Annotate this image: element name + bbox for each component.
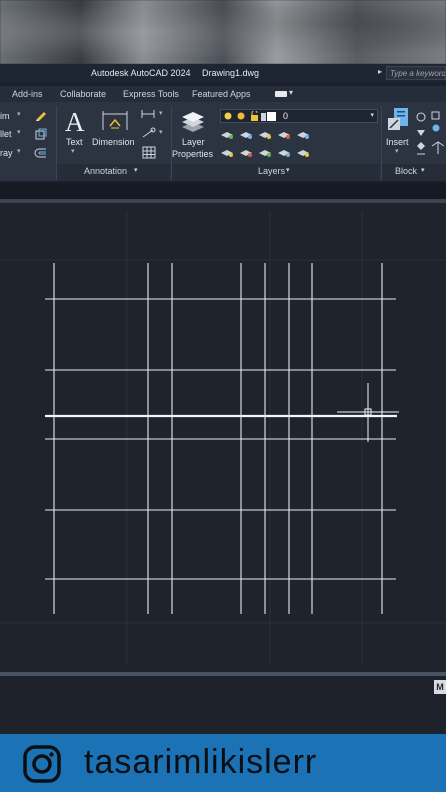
dropdown-icon[interactable]: ▾ (17, 128, 21, 136)
block-tools-icons[interactable] (414, 110, 428, 158)
linear-dim-icon[interactable] (141, 108, 157, 120)
background-grid (0, 211, 446, 663)
dropdown-icon[interactable]: ▾ (395, 147, 399, 155)
app-title: Autodesk AutoCAD 2024 (91, 68, 191, 78)
dimension-icon[interactable] (101, 108, 129, 134)
chevron-down-icon[interactable]: ▾ (289, 88, 293, 97)
chevron-down-icon[interactable]: ▾ (286, 166, 290, 174)
layer-label-line-1[interactable]: Layer (182, 137, 205, 147)
document-title: Drawing1.dwg (202, 68, 260, 78)
tab-featured-apps[interactable]: Featured Apps (192, 89, 251, 99)
svg-text:A: A (65, 107, 85, 133)
offset-icon[interactable] (34, 146, 48, 160)
dropdown-icon[interactable]: ▾ (17, 147, 21, 155)
modify-fillet-label[interactable]: llet (0, 129, 12, 139)
dropdown-icon[interactable]: ▾ (159, 109, 163, 117)
tab-express-tools[interactable]: Express Tools (123, 89, 179, 99)
crosshair-cursor (337, 383, 399, 442)
layer-dropdown[interactable]: 0 ▾ (220, 109, 378, 123)
block-tools-icons-2[interactable] (430, 110, 446, 158)
text-icon[interactable]: A (63, 107, 87, 133)
title-bar: Autodesk AutoCAD 2024 Drawing1.dwg ▸ Typ… (0, 64, 446, 82)
drawing-lines[interactable] (45, 263, 396, 614)
layer-color-swatch (267, 112, 276, 121)
table-icon[interactable] (142, 146, 156, 160)
drawing-svg[interactable] (0, 203, 446, 672)
modify-array-label[interactable]: ray (0, 148, 13, 158)
instagram-handle: tasarimlikislerr (84, 743, 318, 781)
ribbon: im ▾ llet ▾ ray ▾ A Text ▾ Dimension ▾ ▾… (0, 102, 446, 182)
tab-add-ins[interactable]: Add-ins (12, 89, 43, 99)
dimension-tool-label[interactable]: Dimension (92, 137, 135, 147)
layer-label-line-2[interactable]: Properties (172, 149, 213, 159)
current-layer-value: 0 (283, 111, 289, 121)
layer-state-icons (224, 111, 266, 121)
command-line-area[interactable] (0, 676, 446, 734)
dropdown-icon[interactable]: ▾ (71, 147, 75, 155)
chevron-down-icon: ▾ (370, 112, 374, 119)
annotation-panel-label[interactable]: Annotation (84, 166, 127, 176)
block-panel-label[interactable]: Block (395, 166, 417, 176)
chevron-down-icon[interactable]: ▾ (421, 166, 425, 174)
modify-trim-label[interactable]: im (0, 111, 10, 121)
search-input[interactable]: Type a keyword (386, 66, 446, 80)
model-tab[interactable]: M (434, 680, 446, 694)
leader-icon[interactable] (141, 127, 157, 139)
chevron-down-icon[interactable]: ▾ (134, 166, 138, 174)
blurred-overlay (0, 0, 446, 64)
chevron-right-icon[interactable]: ▸ (378, 67, 382, 76)
copy-icon[interactable] (34, 127, 48, 141)
insert-tool-label[interactable]: Insert (386, 137, 409, 147)
insert-block-icon[interactable] (386, 106, 412, 134)
ribbon-tabs: Add-ins Collaborate Express Tools Featur… (0, 86, 446, 102)
layer-tools-icons[interactable] (218, 126, 310, 160)
drawing-canvas[interactable] (0, 203, 446, 672)
layers-panel-label[interactable]: Layers (258, 166, 285, 176)
layer-properties-icon[interactable] (179, 107, 207, 135)
file-tabs-strip (0, 183, 446, 199)
dropdown-icon[interactable]: ▾ (17, 110, 21, 118)
dropdown-icon[interactable]: ▾ (159, 128, 163, 136)
text-tool-label[interactable]: Text (66, 137, 83, 147)
tab-collaborate[interactable]: Collaborate (60, 89, 106, 99)
social-banner: tasarimlikislerr (0, 734, 446, 792)
instagram-icon (23, 745, 61, 783)
pencil-icon[interactable] (34, 108, 48, 122)
tab-overflow-pill[interactable] (275, 91, 287, 97)
